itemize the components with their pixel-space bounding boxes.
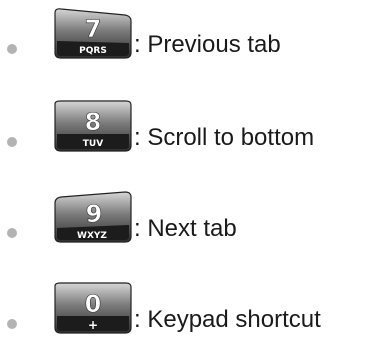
bullet [7,137,17,147]
keypad-8-key-icon: 8 TUV [51,100,135,152]
shortcut-item-keypad-shortcut: 0 + : Keypad shortcut [0,275,368,345]
keypad-9-key-icon: 9 WXYZ [51,191,135,243]
bullet [7,44,17,54]
shortcut-item-scroll-to-bottom: 8 TUV : Scroll to bottom [0,93,368,163]
svg-text:TUV: TUV [83,139,103,149]
shortcut-item-previous-tab: 7 PQRS : Previous tab [0,0,368,70]
shortcut-description: : Previous tab [134,31,281,58]
keypad-0-key-icon: 0 + [51,282,135,334]
keypad-7-key-icon: 7 PQRS [51,7,135,59]
svg-text:9: 9 [86,200,103,228]
shortcut-list: 7 PQRS : Previous tab 8 TUV : Scroll to … [0,0,368,350]
shortcut-description: : Scroll to bottom [134,124,315,151]
svg-text:PQRS: PQRS [79,46,107,56]
svg-text:WXYZ: WXYZ [77,231,107,241]
bullet [7,319,17,329]
svg-text:+: + [88,318,98,332]
shortcut-description: : Keypad shortcut [134,306,321,333]
shortcut-description: : Next tab [134,215,237,242]
svg-text:0: 0 [85,290,102,318]
svg-text:8: 8 [85,108,102,136]
svg-text:7: 7 [85,15,102,43]
shortcut-item-next-tab: 9 WXYZ : Next tab [0,184,368,254]
bullet [7,228,17,238]
